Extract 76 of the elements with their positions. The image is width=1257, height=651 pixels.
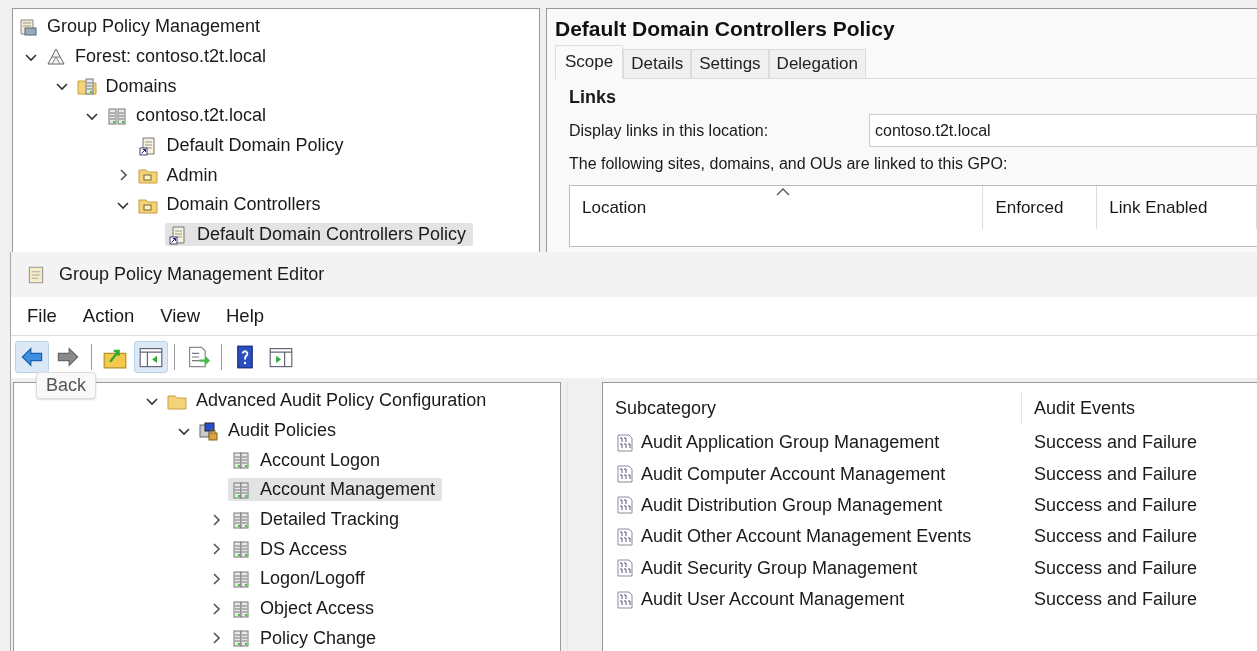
table-cell-text: Success and Failure xyxy=(1033,557,1198,579)
table-cell-text: Success and Failure xyxy=(1033,432,1198,454)
back-arrow-icon xyxy=(20,345,44,369)
location-field[interactable]: contoso.t2t.local xyxy=(869,114,1257,147)
server-icon xyxy=(231,568,251,589)
section-heading: Links xyxy=(569,87,617,108)
triangle-icon xyxy=(46,46,66,67)
list-item[interactable]: Audit User Account Management xyxy=(615,589,1022,611)
table-cell-text: Success and Failure xyxy=(1033,494,1198,516)
tab[interactable]: Settings xyxy=(691,49,769,78)
table-cell-text: Success and Failure xyxy=(1033,589,1198,611)
column-header[interactable]: Location xyxy=(570,186,984,229)
menu-item[interactable]: View xyxy=(160,305,200,327)
toolbar-button[interactable] xyxy=(134,341,168,373)
servers-icon xyxy=(107,105,127,126)
list-item[interactable]: Audit Application Group Management xyxy=(615,432,1022,454)
tree-item[interactable]: DS Access xyxy=(228,537,355,561)
policy-title: Default Domain Controllers Policy xyxy=(555,17,896,41)
list-caption: The following sites, domains, and OUs are linked to this GPO: xyxy=(569,155,1009,173)
binary-document-icon xyxy=(615,495,635,516)
server-icon xyxy=(231,539,251,560)
tab[interactable]: Details xyxy=(623,49,692,78)
policy-document-icon xyxy=(168,224,188,245)
server-icon xyxy=(231,509,251,530)
tree-item[interactable]: Logon/Logoff xyxy=(228,567,372,591)
tree-item[interactable]: Detailed Tracking xyxy=(228,508,407,532)
tree-item[interactable]: Account Logon xyxy=(228,448,388,472)
pane-icon xyxy=(139,345,163,369)
console-icon xyxy=(18,16,38,37)
server-icon xyxy=(231,628,251,649)
tree-item[interactable]: Forest: contoso.t2t.local xyxy=(43,45,274,69)
window-title: Group Policy Management Editor xyxy=(59,264,325,285)
column-header[interactable]: Enforced xyxy=(983,186,1098,229)
policy-document-icon xyxy=(137,135,158,156)
export-list-icon xyxy=(186,345,210,369)
tree-item[interactable]: Default Domain Controllers Policy xyxy=(165,223,474,247)
table-cell-text: Success and Failure xyxy=(1033,463,1198,485)
tree-item[interactable]: Default Domain Policy xyxy=(134,134,351,158)
server-icon xyxy=(231,450,251,471)
tree-item[interactable]: contoso.t2t.local xyxy=(104,104,274,128)
list-item[interactable]: Audit Security Group Management xyxy=(615,557,1022,579)
tree-item[interactable]: Policy Change xyxy=(228,626,384,650)
column-header[interactable]: Link Enabled xyxy=(1097,186,1257,229)
menu-item[interactable]: Action xyxy=(82,305,135,327)
table-cell-text: Success and Failure xyxy=(1033,526,1198,548)
tab[interactable]: Delegation xyxy=(768,49,866,78)
tree-item[interactable]: Admin xyxy=(134,163,225,187)
tree-item[interactable]: Advanced Audit Policy Configuration xyxy=(164,389,494,413)
list-item[interactable]: Audit Distribution Group Management xyxy=(615,494,1022,516)
tooltip: Back xyxy=(36,372,97,399)
binary-document-icon xyxy=(615,464,635,485)
binary-document-icon xyxy=(615,558,635,579)
tab[interactable]: Scope xyxy=(555,45,624,79)
tree-item[interactable]: Domain Controllers xyxy=(134,193,328,217)
binary-document-icon xyxy=(615,526,635,547)
pane-icon xyxy=(269,345,293,369)
forward-arrow-icon xyxy=(56,345,80,369)
tree-item[interactable]: Account Management xyxy=(228,478,443,502)
list-item[interactable]: Audit Computer Account Management xyxy=(615,463,1022,485)
tree-item[interactable]: Group Policy Management xyxy=(15,15,268,39)
list-item[interactable]: Audit Other Account Management Events xyxy=(615,526,1022,548)
tree-item[interactable]: Audit Policies xyxy=(196,419,344,443)
binary-document-icon xyxy=(615,432,635,453)
folder-servers-icon xyxy=(76,76,97,97)
column-header[interactable]: Audit Events xyxy=(1022,397,1136,419)
server-icon xyxy=(231,479,251,500)
field-label: Display links in this location: xyxy=(569,121,770,140)
column-header[interactable]: Subcategory xyxy=(615,391,1022,425)
toolbar-button[interactable] xyxy=(15,341,49,373)
tree-item[interactable]: Object Access xyxy=(228,597,382,621)
computer-lock-icon xyxy=(199,420,219,441)
menu-item[interactable]: Help xyxy=(226,305,265,327)
tree-item[interactable]: Domains xyxy=(73,74,184,98)
binary-document-icon xyxy=(615,589,635,610)
server-icon xyxy=(231,598,251,619)
menu-item[interactable]: File xyxy=(27,305,57,327)
